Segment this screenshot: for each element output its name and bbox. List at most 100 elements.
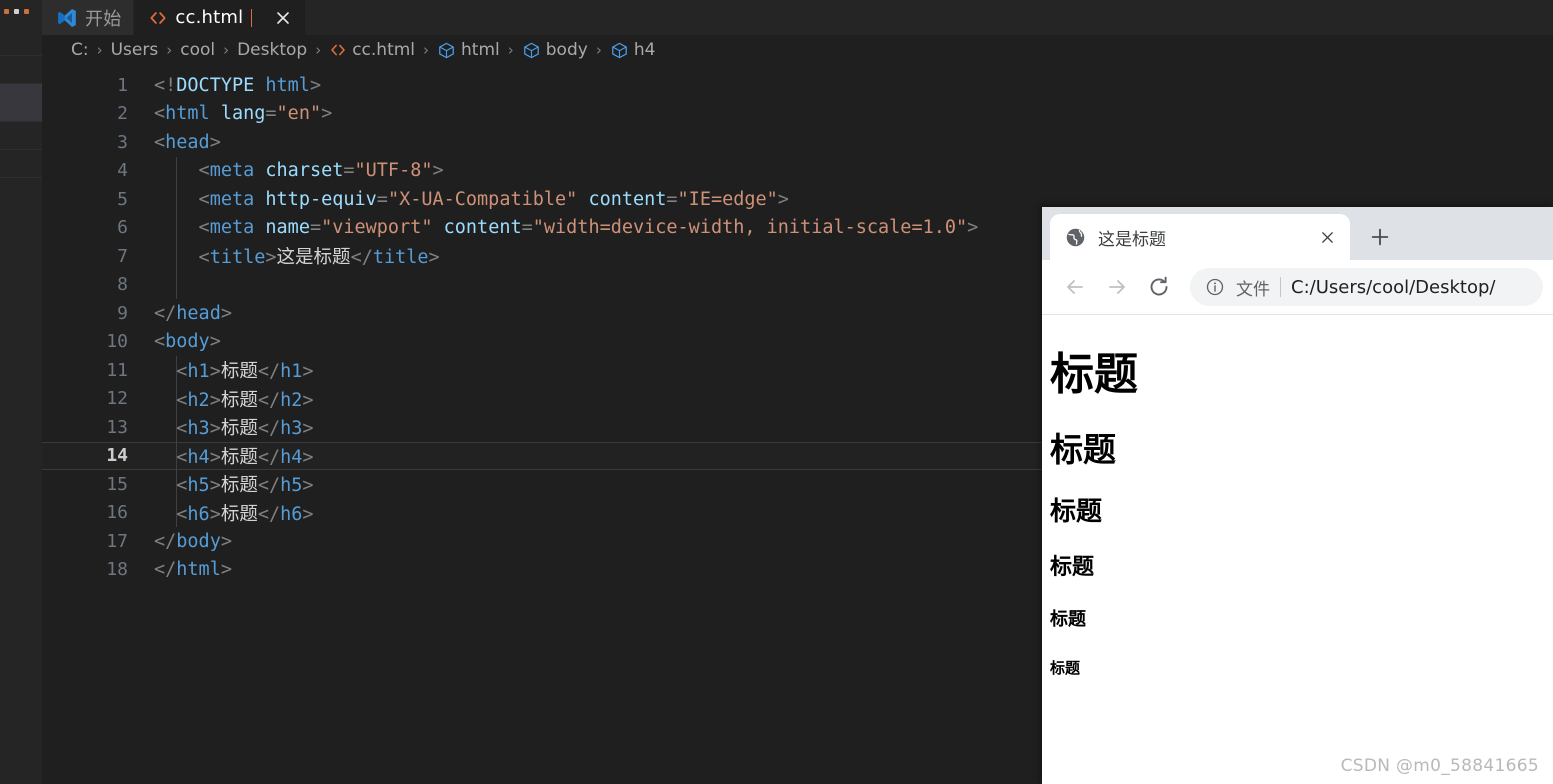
code-token: < <box>154 331 166 353</box>
breadcrumb-item-file[interactable]: cc.html <box>328 40 416 60</box>
tab-cc-html[interactable]: cc.html <box>134 0 307 35</box>
tab-label: 开始 <box>85 8 122 30</box>
code-line[interactable]: 4 <meta charset="UTF-8"> <box>42 157 1553 186</box>
code-token: 标题 <box>220 503 258 525</box>
html-file-icon <box>148 8 168 28</box>
rail-row[interactable] <box>0 150 42 178</box>
page-heading-h4: 标题 <box>1050 555 1095 580</box>
code-token: > <box>209 503 221 525</box>
code-token: 标题 <box>220 361 258 383</box>
breadcrumb-label: Users <box>110 40 159 60</box>
browser-tab[interactable]: 这是标题 <box>1050 214 1350 260</box>
code-token: < <box>154 503 188 525</box>
text-caret <box>251 8 253 27</box>
code-token: body <box>176 530 221 552</box>
code-token: < <box>154 160 210 182</box>
code-token: > <box>302 503 314 525</box>
code-token: > <box>967 217 979 239</box>
code-token: html <box>176 559 221 581</box>
code-token: > <box>302 361 314 383</box>
code-token: h6 <box>280 503 303 525</box>
code-token: </ <box>154 530 177 552</box>
code-token: </ <box>257 475 281 497</box>
code-token: </ <box>350 247 373 269</box>
rail-row-selected[interactable] <box>0 84 42 122</box>
code-token: DOCTYPE <box>176 74 255 96</box>
code-token: h6 <box>187 503 210 525</box>
page-heading-h6: 标题 <box>1050 659 1081 677</box>
indent-guide <box>176 156 177 299</box>
breadcrumb-item-users[interactable]: Users <box>110 40 160 60</box>
code-line[interactable]: 1 <!DOCTYPE html> <box>42 71 1553 100</box>
code-line[interactable]: 3 <head> <box>42 128 1553 157</box>
back-button[interactable] <box>1056 268 1094 306</box>
browser-page-content: 标题 标题 标题 标题 标题 标题 <box>1042 315 1553 784</box>
browser-tab-strip: 这是标题 <box>1042 207 1553 260</box>
code-token: head <box>176 302 221 324</box>
rail-row[interactable] <box>0 28 42 56</box>
code-token: meta <box>209 217 255 239</box>
code-token: 标题 <box>220 446 258 468</box>
breadcrumb-item-cool[interactable]: cool <box>179 40 216 60</box>
code-line[interactable]: 2 <html lang="en"> <box>42 100 1553 129</box>
forward-button[interactable] <box>1098 268 1136 306</box>
code-token: head <box>165 131 210 153</box>
line-number: 4 <box>117 160 128 182</box>
line-number: 10 <box>106 331 128 353</box>
breadcrumb-item-h4[interactable]: h4 <box>609 40 657 60</box>
code-token: h1 <box>187 361 210 383</box>
code-token: > <box>209 418 221 440</box>
code-token: > <box>209 331 221 353</box>
line-number: 11 <box>106 359 128 381</box>
address-bar[interactable]: 文件 C:/Users/cool/Desktop/ <box>1190 268 1543 306</box>
code-token: = <box>309 217 322 239</box>
code-token: </ <box>257 389 281 411</box>
code-token: content <box>588 188 667 210</box>
rail-row[interactable] <box>0 56 42 84</box>
breadcrumb: C: › Users › cool › Desktop › cc.html › … <box>42 35 1553 65</box>
line-number: 7 <box>117 245 128 267</box>
code-token: meta <box>209 188 255 210</box>
breadcrumb-item-html[interactable]: html <box>436 40 501 60</box>
browser-tab-title: 这是标题 <box>1098 229 1166 250</box>
code-token: </ <box>257 446 281 468</box>
line-number: 3 <box>117 131 128 153</box>
code-token: > <box>220 530 232 552</box>
code-token: > <box>432 160 444 182</box>
code-token: title <box>372 247 429 269</box>
code-token: </ <box>257 503 281 525</box>
tab-close-icon[interactable] <box>273 8 293 28</box>
line-number: 18 <box>106 559 128 581</box>
globe-icon <box>1064 226 1086 248</box>
breadcrumb-item-body[interactable]: body <box>521 40 589 60</box>
page-heading-h5: 标题 <box>1050 609 1086 630</box>
browser-tab-close-icon[interactable] <box>1314 224 1340 250</box>
code-token: > <box>321 103 333 125</box>
code-token: "IE=edge" <box>677 188 778 210</box>
code-token: "UTF-8" <box>354 160 433 182</box>
code-token: < <box>154 389 188 411</box>
address-scheme-label: 文件 <box>1236 279 1270 300</box>
code-token: > <box>220 302 232 324</box>
breadcrumb-label: body <box>545 40 588 60</box>
code-token: < <box>154 446 188 468</box>
info-circle-icon[interactable] <box>1204 276 1226 298</box>
vscode-left-rail <box>0 0 42 784</box>
new-tab-button[interactable] <box>1360 217 1400 257</box>
line-number: 9 <box>117 302 128 324</box>
tab-get-started[interactable]: 开始 <box>42 0 135 35</box>
code-token: > <box>777 188 789 210</box>
overflow-ellipsis-icon[interactable] <box>4 4 29 18</box>
code-line-text: <!DOCTYPE html> <box>154 75 1553 96</box>
code-token: body <box>165 331 210 353</box>
rail-row[interactable] <box>0 122 42 150</box>
watermark: CSDN @m0_58841665 <box>1340 756 1539 776</box>
breadcrumb-item-drive[interactable]: C: <box>70 40 90 60</box>
breadcrumb-label: h4 <box>633 40 656 60</box>
code-token: "en" <box>276 103 322 125</box>
code-token: > <box>209 475 221 497</box>
reload-button[interactable] <box>1140 268 1178 306</box>
breadcrumb-item-desktop[interactable]: Desktop <box>236 40 308 60</box>
